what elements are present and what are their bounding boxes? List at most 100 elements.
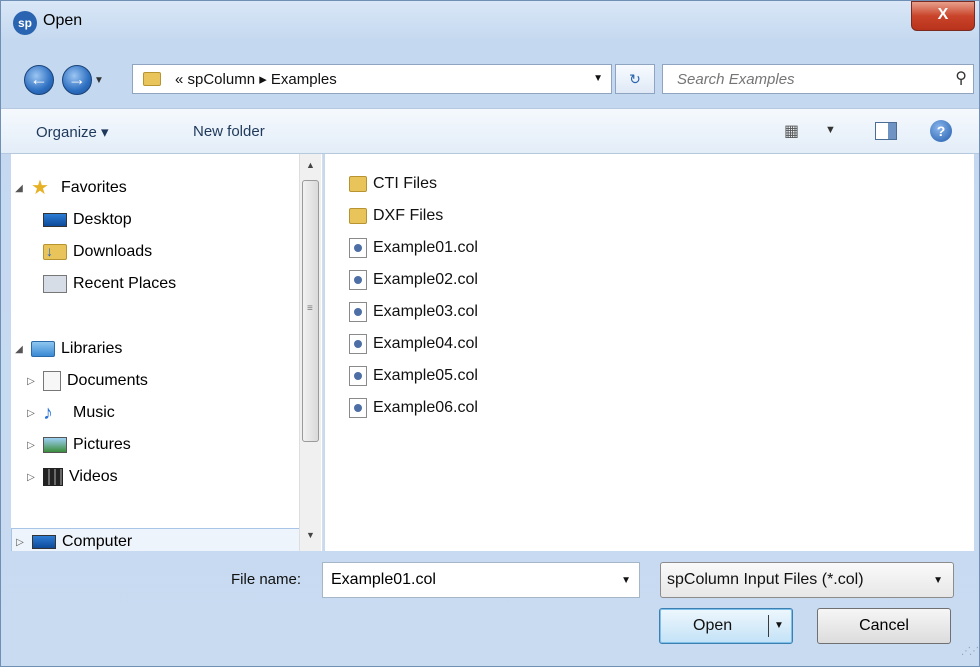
nav-item-label: Downloads bbox=[73, 243, 153, 260]
folder-icon bbox=[349, 208, 367, 224]
list-item[interactable]: Example06.col bbox=[349, 394, 478, 422]
file-name: DXF Files bbox=[373, 207, 444, 224]
libraries-icon bbox=[31, 341, 55, 357]
file-name-label: File name: bbox=[231, 571, 302, 588]
nav-favorites[interactable]: ◢ ★ Favorites bbox=[11, 174, 127, 202]
nav-libraries[interactable]: ◢ Libraries bbox=[11, 335, 122, 363]
grip-icon: ≡ bbox=[307, 303, 313, 314]
nav-item-label: Desktop bbox=[73, 211, 132, 228]
col-file-icon bbox=[349, 238, 367, 258]
file-name: Example02.col bbox=[373, 271, 478, 288]
view-options-dropdown[interactable]: ▼ bbox=[825, 124, 836, 136]
list-item[interactable]: Example01.col bbox=[349, 234, 478, 262]
col-file-icon bbox=[349, 398, 367, 418]
file-type-value: spColumn Input Files (*.col) bbox=[667, 571, 864, 588]
documents-icon bbox=[43, 371, 61, 391]
cancel-button[interactable]: Cancel bbox=[817, 608, 951, 644]
scrollbar-thumb[interactable]: ≡ bbox=[302, 180, 319, 442]
change-view-icon[interactable]: ▦ bbox=[784, 121, 799, 141]
list-item[interactable]: Example04.col bbox=[349, 330, 478, 358]
videos-icon bbox=[43, 468, 63, 486]
list-item[interactable]: Example03.col bbox=[349, 298, 478, 326]
search-input[interactable] bbox=[675, 66, 945, 92]
nav-libraries-label: Libraries bbox=[61, 340, 123, 357]
back-button[interactable]: ← bbox=[24, 65, 54, 95]
resize-grip-icon[interactable]: ⋰⋰ bbox=[961, 646, 979, 657]
folder-icon bbox=[349, 176, 367, 192]
folder-icon bbox=[143, 72, 161, 86]
downloads-icon bbox=[43, 243, 67, 260]
expand-arrow-icon[interactable]: ▷ bbox=[23, 472, 39, 483]
chevron-down-icon[interactable]: ▼ bbox=[621, 575, 631, 586]
star-icon: ★ bbox=[31, 177, 49, 199]
search-icon[interactable]: ⚲ bbox=[955, 68, 967, 88]
list-item[interactable]: DXF Files bbox=[349, 202, 443, 230]
address-path[interactable]: « spColumn ▸ Examples bbox=[175, 70, 337, 88]
open-button[interactable]: Open ▼ bbox=[659, 608, 793, 644]
pictures-icon bbox=[43, 437, 67, 453]
expand-arrow-icon[interactable]: ▷ bbox=[23, 440, 39, 451]
help-icon[interactable]: ? bbox=[930, 120, 952, 142]
expand-arrow-icon[interactable]: ▷ bbox=[23, 408, 39, 419]
address-bar[interactable]: « spColumn ▸ Examples ▼ bbox=[132, 64, 612, 94]
nav-item-label: Music bbox=[73, 404, 115, 421]
list-item[interactable]: CTI Files bbox=[349, 170, 437, 198]
music-icon: ♪ bbox=[43, 402, 53, 424]
file-name: Example05.col bbox=[373, 367, 478, 384]
nav-item-pictures[interactable]: ▷ Pictures bbox=[23, 431, 131, 459]
new-folder-button[interactable]: New folder bbox=[193, 123, 265, 140]
nav-computer[interactable]: ▷ Computer bbox=[11, 528, 305, 551]
spcolumn-app-icon: sp bbox=[13, 11, 37, 35]
search-box[interactable]: ⚲ bbox=[662, 64, 974, 94]
organize-button[interactable]: Organize ▾ bbox=[36, 123, 109, 141]
list-item[interactable]: Example02.col bbox=[349, 266, 478, 294]
expand-arrow-icon[interactable]: ▷ bbox=[12, 537, 28, 548]
col-file-icon bbox=[349, 334, 367, 354]
nav-item-label: Recent Places bbox=[73, 275, 177, 292]
nav-item-label: Documents bbox=[67, 372, 148, 389]
nav-computer-label: Computer bbox=[62, 533, 133, 550]
nav-item-music[interactable]: ▷ ♪ Music bbox=[23, 399, 115, 427]
collapse-arrow-icon[interactable]: ◢ bbox=[11, 183, 27, 194]
address-dropdown-icon[interactable]: ▼ bbox=[593, 73, 603, 84]
file-name-input[interactable] bbox=[329, 565, 609, 595]
col-file-icon bbox=[349, 302, 367, 322]
preview-pane-icon[interactable] bbox=[875, 122, 897, 140]
file-name: Example03.col bbox=[373, 303, 478, 320]
expand-arrow-icon[interactable]: ▷ bbox=[23, 376, 39, 387]
refresh-icon: ↻ bbox=[629, 71, 641, 87]
nav-favorites-label: Favorites bbox=[61, 179, 127, 196]
list-item[interactable]: Example05.col bbox=[349, 362, 478, 390]
scroll-up-icon[interactable]: ▲ bbox=[306, 160, 315, 170]
file-name: CTI Files bbox=[373, 175, 437, 192]
recent-locations-dropdown[interactable]: ▼ bbox=[94, 75, 104, 86]
desktop-icon bbox=[43, 213, 67, 227]
file-name: Example06.col bbox=[373, 399, 478, 416]
nav-item-label: Videos bbox=[69, 468, 118, 485]
file-name-combo[interactable]: ▼ bbox=[322, 562, 640, 598]
scroll-down-icon[interactable]: ▼ bbox=[306, 530, 315, 540]
refresh-button[interactable]: ↻ bbox=[615, 64, 655, 94]
nav-item-downloads[interactable]: Downloads bbox=[39, 238, 152, 266]
nav-scrollbar[interactable]: ▲ ≡ ▼ bbox=[299, 154, 321, 551]
open-button-label: Open bbox=[693, 617, 733, 634]
file-name: Example01.col bbox=[373, 239, 478, 256]
nav-item-videos[interactable]: ▷ Videos bbox=[23, 463, 118, 491]
title-bar: sp Open X bbox=[1, 1, 979, 63]
recent-places-icon bbox=[43, 275, 67, 293]
chevron-down-icon: ▼ bbox=[933, 575, 943, 586]
file-name: Example04.col bbox=[373, 335, 478, 352]
dialog-footer: File name: ▼ spColumn Input Files (*.col… bbox=[1, 551, 979, 666]
close-button[interactable]: X bbox=[911, 1, 975, 31]
file-type-select[interactable]: spColumn Input Files (*.col) ▼ bbox=[660, 562, 954, 598]
forward-button[interactable]: → bbox=[62, 65, 92, 95]
open-dialog: sp Open X ← → ▼ « spColumn ▸ Examples ▼ … bbox=[0, 0, 980, 667]
command-toolbar: Organize ▾ New folder ▦ ▼ ? bbox=[1, 108, 979, 154]
nav-item-desktop[interactable]: Desktop bbox=[39, 206, 132, 234]
open-options-dropdown-icon[interactable]: ▼ bbox=[774, 620, 784, 631]
nav-item-documents[interactable]: ▷ Documents bbox=[23, 367, 148, 395]
collapse-arrow-icon[interactable]: ◢ bbox=[11, 344, 27, 355]
nav-item-label: Pictures bbox=[73, 436, 131, 453]
nav-item-recent-places[interactable]: Recent Places bbox=[39, 270, 176, 298]
window-title: Open bbox=[43, 12, 83, 29]
